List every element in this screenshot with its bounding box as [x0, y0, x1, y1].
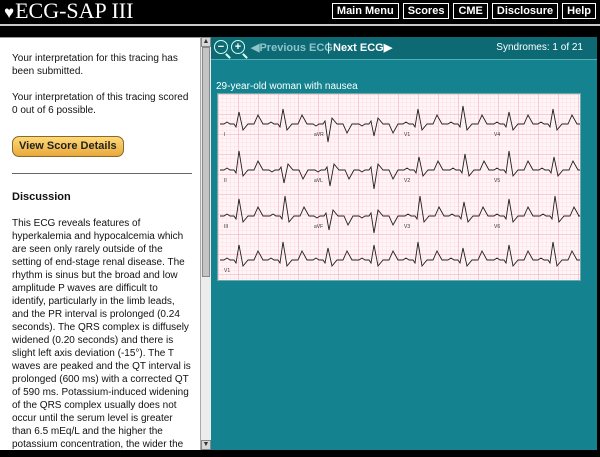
ecg-lead-label: II [224, 178, 227, 184]
ecg-lead-label: V6 [494, 224, 500, 230]
ecg-tracing: IaVR V1 V4 II aVL V2 V5 III aVF V3 V6 V1 [217, 93, 581, 281]
disclosure-button[interactable]: Disclosure [491, 3, 559, 19]
ecg-lead-label: aVF [314, 224, 323, 230]
next-ecg-link[interactable]: Next ECG▶ [333, 41, 392, 54]
help-button[interactable]: Help [562, 3, 596, 19]
ecg-caption: 29-year-old woman with nausea [216, 81, 358, 92]
score-message: Your interpretation of this tracing scor… [12, 92, 189, 116]
ecg-lead-label: I [224, 132, 225, 138]
scroll-thumb[interactable] [202, 47, 210, 277]
view-score-details-button[interactable]: View Score Details [12, 136, 124, 157]
top-bar: ♥ECG-SAP III Main Menu Scores CME Disclo… [0, 0, 600, 26]
discussion-text: This ECG reveals features of hyperkalemi… [12, 218, 191, 450]
top-nav: Main Menu Scores CME Disclosure Help [331, 3, 596, 21]
cme-button[interactable]: CME [453, 3, 488, 19]
scores-button[interactable]: Scores [402, 3, 450, 19]
ecg-tracing-graphic: IaVR V1 V4 II aVL V2 V5 III aVF V3 V6 V1 [218, 94, 580, 280]
scroll-up-arrow-icon[interactable]: ▲ [201, 37, 211, 47]
app-logo-text: ECG-SAP III [15, 0, 134, 23]
next-ecg-label: Next ECG [333, 42, 384, 54]
previous-ecg-link[interactable]: ◀Previous ECG [251, 41, 333, 54]
submitted-message: Your interpretation for this tracing has… [12, 53, 178, 77]
ecg-lead-label: V1 [224, 268, 230, 274]
scroll-down-arrow-icon[interactable]: ▼ [201, 440, 211, 450]
ecg-lead-label: V2 [404, 178, 410, 184]
app-logo: ♥ECG-SAP III [4, 0, 134, 23]
ecg-lead-label: V4 [494, 132, 500, 138]
ecg-lead-label: III [224, 224, 228, 230]
ecg-lead-label: aVR [314, 132, 324, 138]
discussion-heading: Discussion [12, 191, 71, 203]
ecg-lead-label: V5 [494, 178, 500, 184]
ecg-lead-label: aVL [314, 178, 323, 184]
ecg-toolbar: − + ◀Previous ECG | Next ECG▶ Syndromes:… [211, 37, 597, 60]
triangle-right-icon: ▶ [383, 42, 393, 54]
nav-separator: | [327, 40, 331, 54]
app-window: ♥ECG-SAP III Main Menu Scores CME Disclo… [0, 0, 600, 457]
bottom-bar [0, 450, 600, 457]
main-menu-button[interactable]: Main Menu [331, 3, 399, 19]
ecg-lead-label: V3 [404, 224, 410, 230]
interpretation-content: Your interpretation for this tracing has… [0, 38, 200, 451]
ecg-pane: − + ◀Previous ECG | Next ECG▶ Syndromes:… [211, 37, 597, 450]
previous-ecg-label: Previous ECG [259, 42, 333, 54]
vertical-scrollbar[interactable]: ▲ ▼ [200, 37, 211, 450]
heart-icon: ♥ [4, 3, 15, 22]
zoom-out-icon[interactable]: − [214, 40, 231, 59]
divider [12, 173, 192, 174]
zoom-in-icon[interactable]: + [231, 40, 248, 59]
ecg-lead-label: V1 [404, 132, 410, 138]
interpretation-pane: Your interpretation for this tracing has… [0, 37, 200, 451]
syndromes-counter: Syndromes: 1 of 21 [496, 42, 583, 53]
